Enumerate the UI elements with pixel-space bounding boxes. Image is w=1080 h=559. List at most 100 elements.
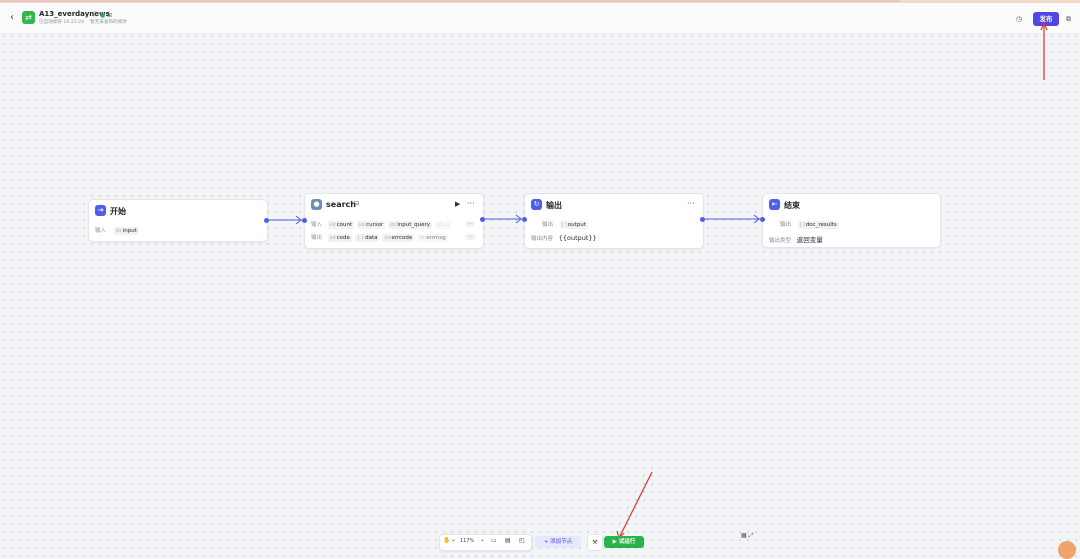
edge-output-end-arrow bbox=[753, 214, 760, 224]
var-chip-data: { }data bbox=[354, 234, 380, 242]
var-type: int bbox=[329, 223, 336, 228]
end-icon: ⇤ bbox=[769, 199, 780, 210]
app-status-icons: ⓘ ● ⊞ bbox=[92, 10, 112, 19]
hand-tool-icon[interactable]: ✋ bbox=[443, 537, 450, 544]
node-start-title: 开始 bbox=[110, 207, 126, 216]
node-output-out-port[interactable] bbox=[700, 217, 705, 222]
var-chip-input: strinput bbox=[113, 227, 139, 235]
var-name: doc_results bbox=[805, 222, 837, 228]
var-chip-doc-results: [ ]doc_results bbox=[797, 221, 839, 229]
grid-icon[interactable]: ⊞ bbox=[107, 12, 112, 19]
node-search-output-row: 输出 intcode{ }data interrcode strerrmsg bbox=[311, 233, 451, 242]
node-output-var-row: 输出 [ ]output bbox=[542, 220, 591, 229]
node-end[interactable]: ⇤ 结束 输出 [ ]doc_results 输出类型 返回变量 bbox=[760, 193, 941, 248]
workflow-icon: ⇄ bbox=[22, 11, 35, 24]
zoom-chevron-down-icon[interactable]: ⌄ bbox=[480, 536, 485, 543]
node-end-title: 结束 bbox=[784, 201, 800, 210]
var-type: str bbox=[419, 236, 426, 241]
comment-icon[interactable]: ▭ bbox=[491, 537, 497, 544]
edge-start-search-arrow bbox=[295, 215, 302, 225]
node-search-title: search bbox=[326, 200, 356, 209]
var-name: code bbox=[336, 235, 350, 241]
node-start[interactable]: ⇥ 开始 输入 strinput bbox=[88, 199, 269, 242]
var-type: str bbox=[115, 229, 122, 234]
var-type: str bbox=[437, 223, 444, 228]
content-label: 输出内容 bbox=[531, 236, 554, 242]
top-scroll-indicator bbox=[0, 0, 900, 2]
var-type: int bbox=[384, 236, 391, 241]
save-meta: 已自动保存 16:21:24 暂无未发布的修改 bbox=[39, 19, 133, 25]
expand-icon[interactable]: ⤢ bbox=[749, 532, 754, 539]
node-output[interactable]: ↻ 输出 ··· 输出 [ ]output 输出内容 {{output}} bbox=[522, 193, 705, 249]
var-name: data bbox=[365, 235, 378, 241]
assistant-avatar[interactable] bbox=[1058, 541, 1076, 559]
node-search-more-icon[interactable]: ··· bbox=[467, 199, 475, 208]
node-end-output-row: 输出 [ ]doc_results bbox=[780, 220, 842, 229]
outputs-overflow-button[interactable]: ··· bbox=[466, 234, 475, 240]
var-chip-count: intcount bbox=[327, 221, 355, 229]
node-output-in-port[interactable] bbox=[522, 217, 527, 222]
copy-icon[interactable]: ⧉ bbox=[1066, 15, 1071, 24]
info-icon[interactable]: ⓘ bbox=[92, 12, 98, 19]
node-search-header: ● search ⊟ ▶ ··· bbox=[305, 194, 483, 214]
publish-button[interactable]: 发布 bbox=[1033, 12, 1059, 26]
add-node-button[interactable]: + 添加节点 bbox=[535, 536, 581, 548]
mode-value: 返回变量 bbox=[796, 236, 823, 244]
var-type: { } bbox=[356, 236, 365, 241]
input-label: 输入 bbox=[95, 228, 107, 234]
inputs-overflow-button[interactable]: ··· bbox=[466, 221, 475, 227]
node-end-header: ⇤ 结束 bbox=[763, 194, 940, 214]
node-search-out-port[interactable] bbox=[480, 217, 485, 222]
run-node-icon[interactable]: ▶ bbox=[455, 200, 460, 208]
annotation-arrow-trial bbox=[618, 471, 653, 539]
node-output-title: 输出 bbox=[546, 201, 562, 210]
plugin-avatar-icon: ● bbox=[311, 199, 322, 210]
node-search-in-port[interactable] bbox=[302, 218, 307, 223]
var-chip-truncated: str... bbox=[435, 221, 452, 229]
output-label: 输出 bbox=[780, 222, 792, 228]
var-name: output bbox=[567, 222, 586, 228]
var-type: [ ] bbox=[561, 223, 567, 228]
node-output-more-icon[interactable]: ··· bbox=[687, 199, 695, 208]
qr-icon[interactable]: ▦ bbox=[741, 532, 747, 539]
debug-tool-icon[interactable]: ⚒ bbox=[587, 534, 603, 551]
node-start-header: ⇥ 开始 bbox=[89, 200, 267, 220]
node-search-input-row: 输入 intcount intcursor strinput_query str... bbox=[311, 220, 454, 229]
back-icon[interactable]: ‹ bbox=[10, 12, 14, 23]
var-chip-errmsg: strerrmsg bbox=[417, 234, 448, 242]
canvas-view-controls: ▦ ⤢ bbox=[741, 532, 753, 540]
zoom-level[interactable]: 117% bbox=[460, 538, 474, 544]
layout-icon[interactable]: ▤ bbox=[505, 537, 511, 544]
edge-search-output-arrow bbox=[515, 214, 522, 224]
var-type: int bbox=[329, 236, 336, 241]
var-type: int bbox=[359, 223, 366, 228]
node-start-out-port[interactable] bbox=[264, 218, 269, 223]
trial-run-button[interactable]: ▶ 试运行 bbox=[604, 536, 644, 548]
chevron-down-icon[interactable]: ⌄ bbox=[451, 536, 456, 543]
node-output-header: ↻ 输出 ··· bbox=[525, 194, 703, 214]
var-name: count bbox=[336, 222, 353, 228]
output-node-icon: ↻ bbox=[531, 199, 542, 210]
var-chip-output: [ ]output bbox=[559, 221, 588, 229]
history-icon[interactable]: ◷ bbox=[1016, 15, 1022, 23]
var-name: cursor bbox=[366, 222, 384, 228]
node-output-content-row: 输出内容 {{output}} bbox=[531, 234, 597, 242]
var-name: errmsg bbox=[426, 235, 446, 241]
node-end-in-port[interactable] bbox=[760, 217, 765, 222]
var-chip-cursor: intcursor bbox=[357, 221, 386, 229]
var-chip-code: intcode bbox=[327, 234, 352, 242]
node-search-badge-icon: ⊟ bbox=[354, 200, 360, 207]
node-search[interactable]: ● search ⊟ ▶ ··· 输入 intcount intcursor str… bbox=[302, 193, 485, 249]
var-type: str bbox=[390, 223, 397, 228]
var-name: input bbox=[122, 228, 137, 234]
var-name: input_query bbox=[397, 222, 431, 228]
canvas-toolbar: ✋ ⌄ 117% ⌄ ▭ ▤ ◰ bbox=[439, 534, 532, 551]
status-ok-icon: ● bbox=[99, 12, 106, 19]
var-type: [ ] bbox=[799, 223, 805, 228]
var-name: ... bbox=[444, 222, 450, 228]
var-chip-errcode: interrcode bbox=[382, 234, 415, 242]
output-label: 输出 bbox=[542, 222, 554, 228]
header-bar: ‹ ⇄ A13_everdaynews ⓘ ● ⊞ 已自动保存 16:21:24… bbox=[0, 3, 1080, 34]
minimap-icon[interactable]: ◰ bbox=[519, 537, 525, 544]
output-label: 输出 bbox=[311, 235, 323, 241]
